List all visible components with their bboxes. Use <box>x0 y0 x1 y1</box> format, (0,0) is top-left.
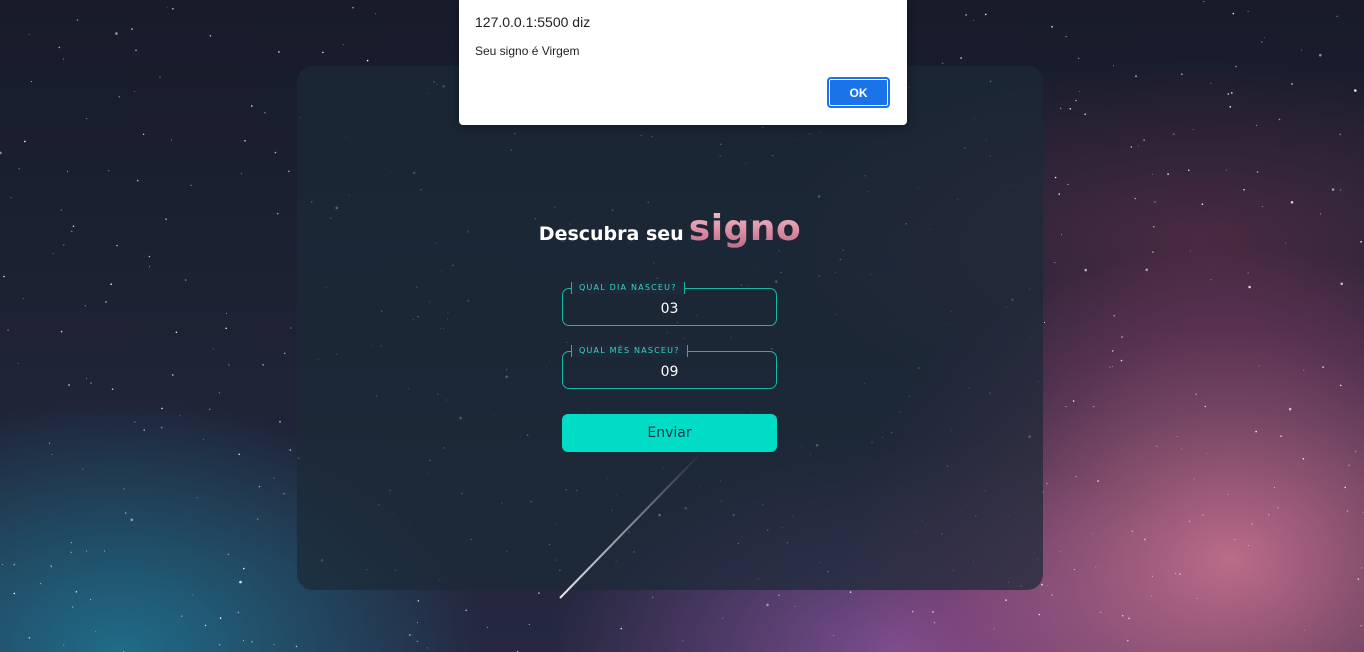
month-field: QUAL MÊS NASCEU? <box>562 345 777 389</box>
page-title: Descubra seu signo <box>0 208 1340 249</box>
alert-origin: 127.0.0.1:5500 diz <box>475 14 591 30</box>
day-field-label: QUAL DIA NASCEU? <box>571 282 685 294</box>
alert-message: Seu signo é Virgem <box>475 44 580 58</box>
day-input[interactable] <box>563 297 776 321</box>
submit-button[interactable]: Enviar <box>562 414 777 452</box>
month-field-label: QUAL MÊS NASCEU? <box>571 345 688 357</box>
title-accent-text: signo <box>688 208 802 249</box>
day-field: QUAL DIA NASCEU? <box>562 282 777 326</box>
alert-dialog: 127.0.0.1:5500 diz Seu signo é Virgem OK <box>459 0 907 125</box>
alert-ok-button[interactable]: OK <box>827 77 890 108</box>
title-main-text: Descubra seu <box>538 223 684 245</box>
month-input[interactable] <box>563 360 776 384</box>
